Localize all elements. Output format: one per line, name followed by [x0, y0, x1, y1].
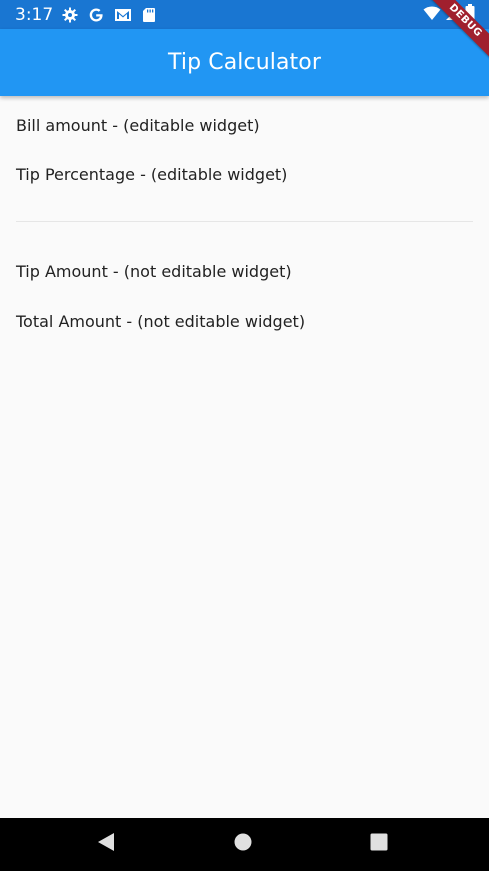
signal-icon: [445, 5, 461, 26]
battery-icon: [465, 3, 475, 27]
wifi-icon: [423, 5, 441, 26]
gear-icon: [62, 7, 78, 23]
back-icon: [97, 832, 115, 857]
sd-card-icon: [142, 7, 156, 23]
divider: [16, 221, 473, 222]
status-bar: 3:17: [0, 0, 489, 29]
google-icon: [88, 7, 104, 23]
recent-apps-button[interactable]: [349, 818, 409, 871]
status-time: 3:17: [15, 5, 54, 25]
system-icons: [423, 3, 475, 27]
navigation-bar: [0, 818, 489, 871]
app-title: Tip Calculator: [168, 50, 321, 75]
home-button[interactable]: [213, 818, 273, 871]
bill-amount-field[interactable]: Bill amount - (editable widget): [16, 116, 260, 135]
home-icon: [234, 833, 252, 856]
tip-form: Bill amount - (editable widget) Tip Perc…: [0, 96, 489, 818]
app-screen: 3:17 Tip Calculator DEBUG Bill amount - …: [0, 0, 489, 871]
app-bar: Tip Calculator: [0, 29, 489, 96]
notification-icons: [62, 6, 156, 24]
total-amount-display: Total Amount - (not editable widget): [16, 312, 306, 331]
tip-amount-display: Tip Amount - (not editable widget): [16, 262, 292, 281]
recent-apps-icon: [370, 833, 388, 856]
back-button[interactable]: [76, 818, 136, 871]
gmail-icon: [114, 7, 132, 23]
tip-percentage-field[interactable]: Tip Percentage - (editable widget): [16, 165, 287, 184]
